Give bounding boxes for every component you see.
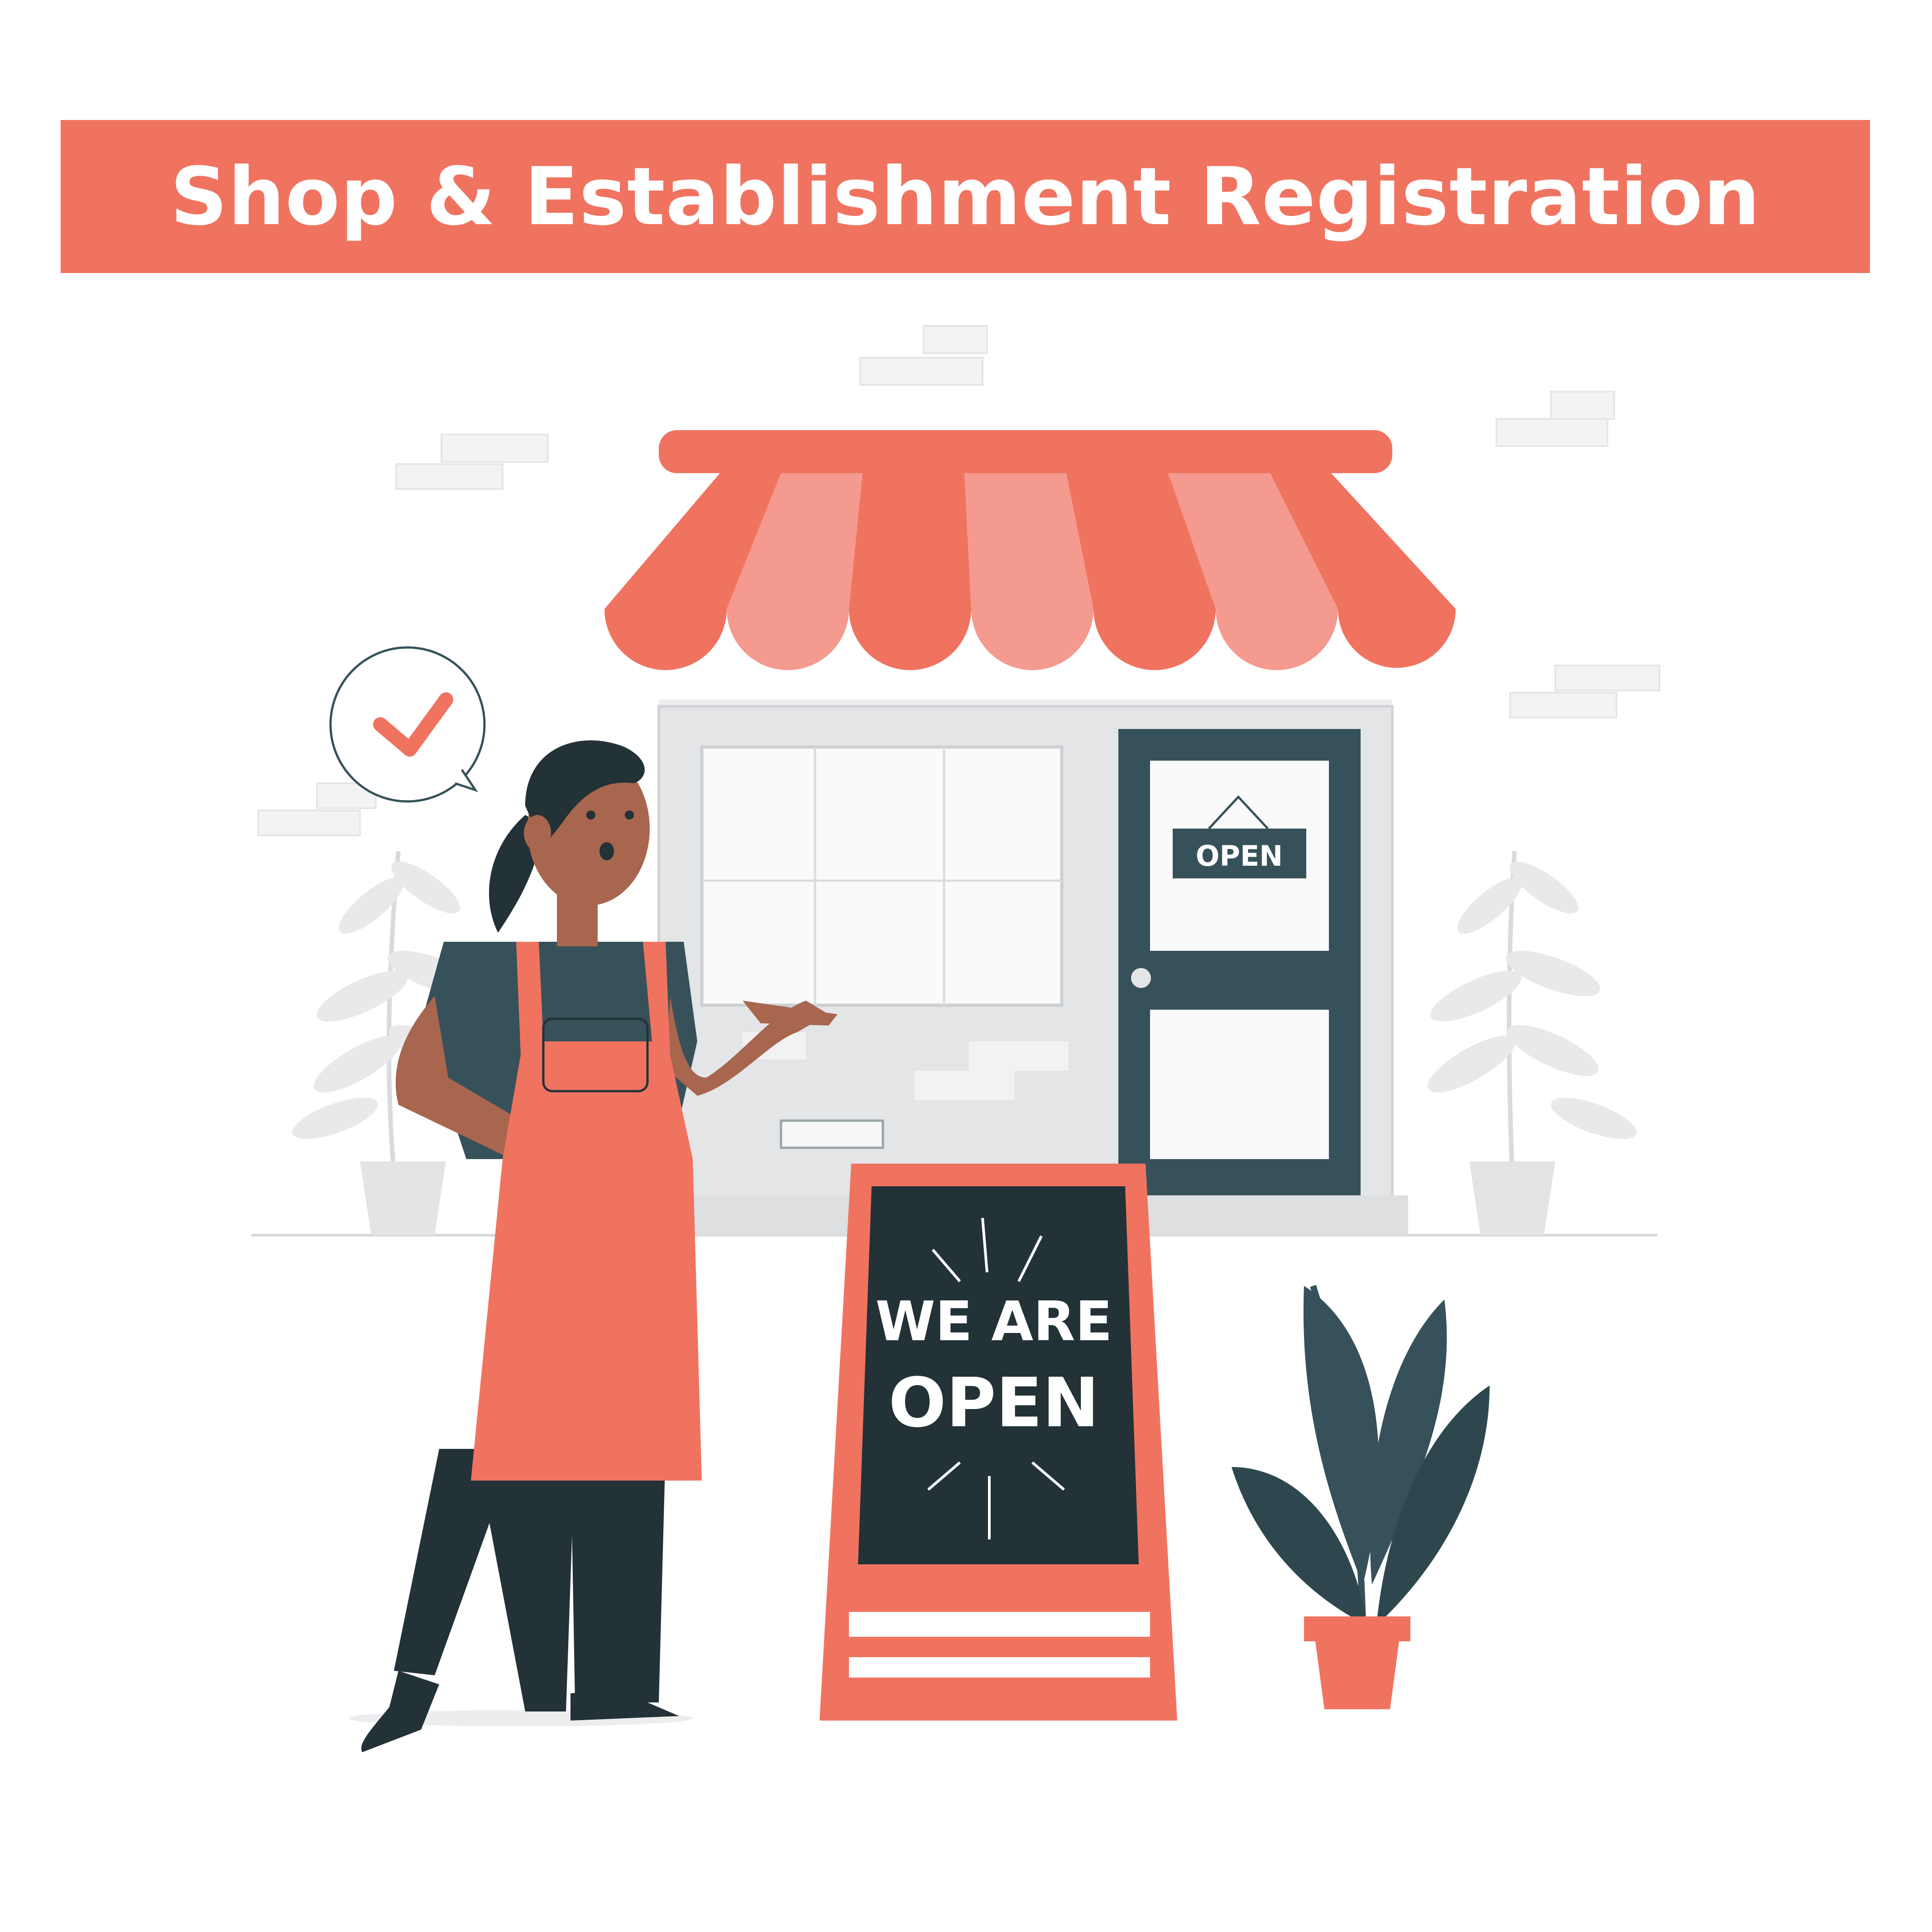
- we-are-open-board: WE ARE OPEN: [820, 1164, 1177, 1721]
- board-line-2: OPEN: [888, 1364, 1099, 1443]
- shop-illustration: OPEN WE ARE OPEN: [251, 325, 1660, 1752]
- background-plant-right: [1428, 851, 1637, 1235]
- shop-window: [700, 745, 1064, 1007]
- door-sign-text: OPEN: [1196, 839, 1283, 873]
- speech-bubble-icon: [329, 646, 486, 803]
- illustration-canvas: Shop & Establishment Registration OPEN W…: [0, 0, 1932, 1932]
- awning: [604, 430, 1456, 670]
- door-knob: [1131, 968, 1151, 988]
- potted-plant: [1232, 1285, 1490, 1709]
- board-line-1: WE ARE: [875, 1290, 1112, 1353]
